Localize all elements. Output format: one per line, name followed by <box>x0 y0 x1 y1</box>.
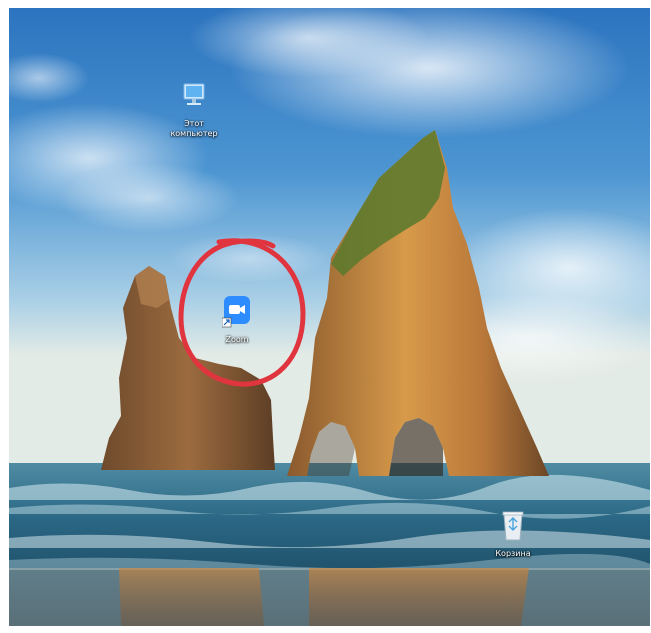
screenshot-frame: Этот компьютер Zoom Корзина <box>0 0 651 633</box>
desktop-icon-label: Корзина <box>495 549 531 558</box>
desktop-wallpaper <box>9 8 650 626</box>
annotation-highlight-circle <box>178 238 306 387</box>
desktop-icon-recycle-bin[interactable]: Корзина <box>478 508 548 559</box>
this-pc-icon <box>183 83 205 105</box>
desktop-icon-this-pc[interactable]: Этот компьютер <box>159 82 229 139</box>
desktop-icon-label: Этот компьютер <box>170 119 218 138</box>
recycle-bin-icon <box>502 511 524 541</box>
desktop[interactable]: Этот компьютер Zoom Корзина <box>9 8 650 626</box>
